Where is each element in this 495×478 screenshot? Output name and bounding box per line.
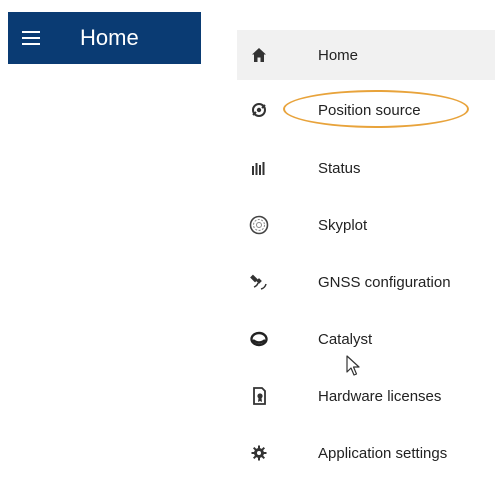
nav-item-label: Skyplot xyxy=(318,216,368,234)
nav-item-label: Catalyst xyxy=(318,330,373,348)
nav-item-position-source[interactable]: Position source xyxy=(237,85,495,135)
skyplot-icon xyxy=(249,215,269,235)
status-bars-icon xyxy=(249,158,269,178)
hamburger-menu-icon[interactable] xyxy=(22,31,40,45)
nav-item-gnss-configuration[interactable]: GNSS configuration xyxy=(237,257,495,307)
nav-item-label: Home xyxy=(318,46,359,64)
license-icon xyxy=(249,386,269,406)
nav-item-label: Status xyxy=(318,159,361,177)
app-bar: Home xyxy=(8,12,201,64)
nav-item-status[interactable]: Status xyxy=(237,143,495,193)
home-icon xyxy=(249,45,269,65)
nav-item-home[interactable]: Home xyxy=(237,30,495,80)
position-source-icon xyxy=(249,100,269,120)
nav-item-application-settings[interactable]: Application settings xyxy=(237,428,495,478)
nav-item-label: Application settings xyxy=(318,444,448,462)
satellite-icon xyxy=(249,272,269,292)
nav-item-skyplot[interactable]: Skyplot xyxy=(237,200,495,250)
gear-icon xyxy=(249,443,269,463)
catalyst-icon xyxy=(249,329,269,349)
nav-item-label: Position source xyxy=(318,101,421,119)
nav-item-hardware-licenses[interactable]: Hardware licenses xyxy=(237,371,495,421)
nav-item-label: Hardware licenses xyxy=(318,387,442,405)
page-title: Home xyxy=(80,25,139,50)
nav-item-label: GNSS configuration xyxy=(318,273,451,291)
nav-item-catalyst[interactable]: Catalyst xyxy=(237,314,495,364)
navigation-drawer: Home Position source Status Skyplot GNSS… xyxy=(237,30,495,462)
